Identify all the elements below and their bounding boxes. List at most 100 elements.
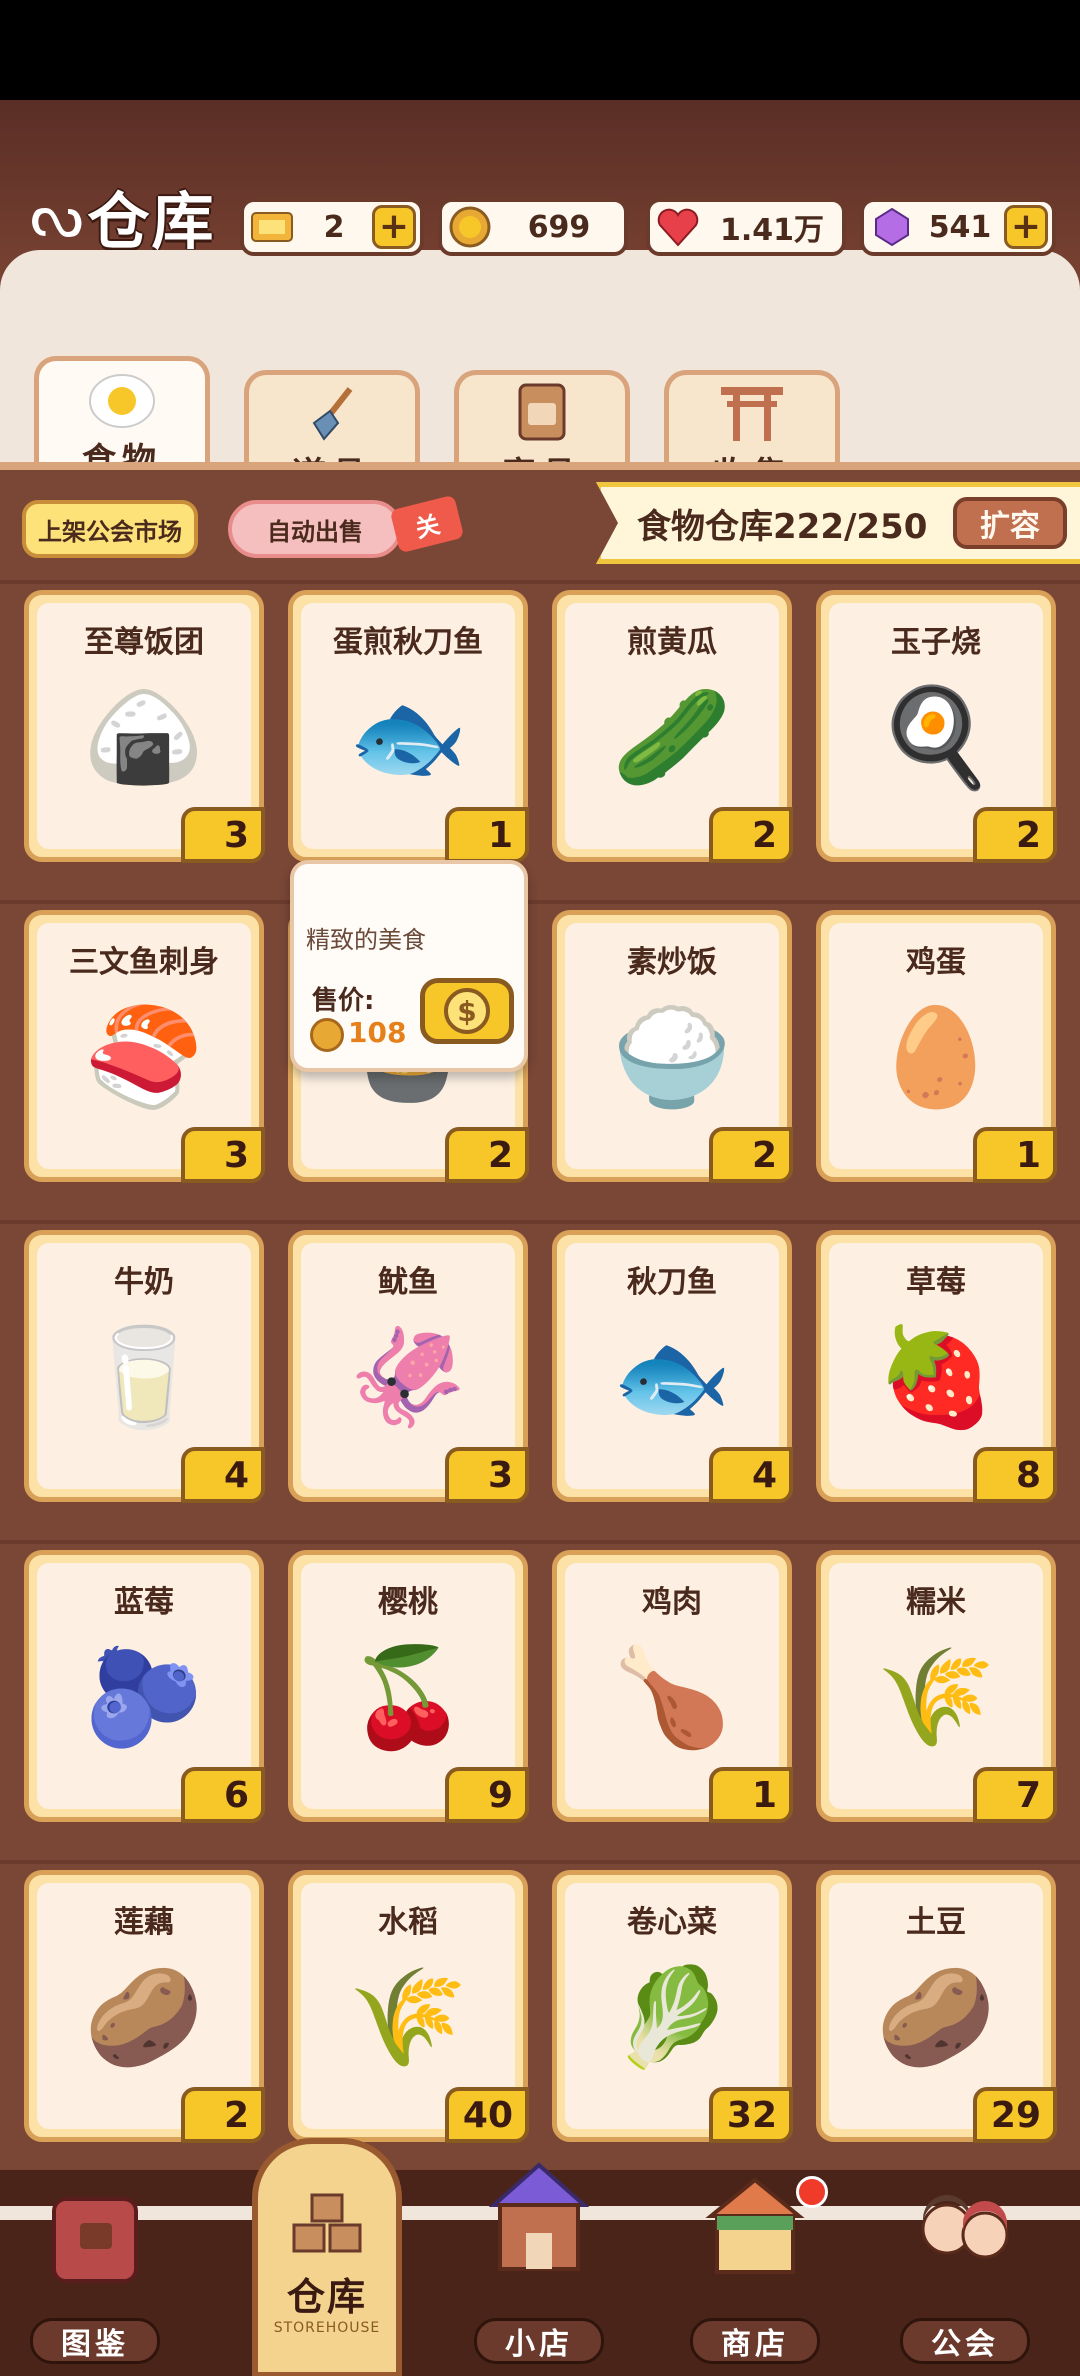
item-name: 蛋煎秋刀鱼 bbox=[333, 625, 483, 660]
item-card[interactable]: 糯米 🌾 7 bbox=[816, 1550, 1057, 1823]
item-name: 糯米 bbox=[906, 1585, 966, 1620]
blueberry-icon: 🫐 bbox=[84, 1640, 204, 1753]
nav-item-my-shop[interactable]: 小店 bbox=[444, 2162, 634, 2376]
auto-sell-button[interactable]: 自动出售 bbox=[228, 500, 402, 558]
ticket-icon bbox=[248, 203, 296, 251]
item-card[interactable]: 卷心菜 🥬 32 bbox=[552, 1870, 793, 2143]
list-on-guild-market-button[interactable]: 上架公会市场 bbox=[22, 500, 198, 558]
cherry-icon: 🍒 bbox=[348, 1640, 468, 1753]
cabbage-icon: 🥬 bbox=[612, 1960, 732, 2073]
expand-button[interactable]: 扩容 bbox=[953, 497, 1067, 549]
item-card[interactable]: 樱桃 🍒 9 bbox=[288, 1550, 529, 1823]
nav-item-store[interactable]: 商店 bbox=[660, 2170, 850, 2376]
item-count-badge: 1 bbox=[973, 1127, 1057, 1183]
coin-value: 699 bbox=[527, 209, 591, 245]
squid-icon: 🦑 bbox=[348, 1320, 468, 1433]
item-card[interactable]: 鱿鱼 🦑 3 bbox=[288, 1230, 529, 1503]
item-card[interactable]: 鸡肉 🍗 1 bbox=[552, 1550, 793, 1823]
item-count-badge: 2 bbox=[181, 2087, 265, 2143]
item-card[interactable]: 牛奶 🥛 4 bbox=[24, 1230, 265, 1503]
item-count-badge: 32 bbox=[709, 2087, 793, 2143]
item-name: 鱿鱼 bbox=[378, 1265, 438, 1300]
gem-add-button[interactable]: + bbox=[1004, 205, 1048, 249]
ticket-counter: 2 + bbox=[240, 198, 424, 256]
item-name: 玉子烧 bbox=[891, 625, 981, 660]
rice-plant-icon: 🌾 bbox=[348, 1960, 468, 2073]
sell-button[interactable]: $ bbox=[420, 978, 514, 1044]
item-count-badge: 29 bbox=[973, 2087, 1057, 2143]
milk-icon: 🥛 bbox=[84, 1320, 204, 1433]
tooltip-description: 精致的美食 bbox=[306, 926, 426, 954]
notification-badge bbox=[796, 2176, 828, 2208]
rice-sack-icon: 🌾 bbox=[876, 1640, 996, 1753]
item-card[interactable]: 秋刀鱼 🐟 4 bbox=[552, 1230, 793, 1503]
item-name: 草莓 bbox=[906, 1265, 966, 1300]
item-name: 莲藕 bbox=[114, 1905, 174, 1940]
nav-item-guild[interactable]: 公会 bbox=[870, 2170, 1060, 2376]
sashimi-icon: 🍣 bbox=[84, 1000, 204, 1113]
item-name: 至尊饭团 bbox=[84, 625, 204, 660]
item-card[interactable]: 莲藕 🥔 2 bbox=[24, 1870, 265, 2143]
gem-icon bbox=[868, 203, 916, 251]
lotus-root-icon: 🥔 bbox=[84, 1960, 204, 2073]
item-card[interactable]: 土豆 🥔 29 bbox=[816, 1870, 1057, 2143]
tooltip-price-value: 108 bbox=[348, 1016, 407, 1049]
item-name: 水稻 bbox=[378, 1905, 438, 1940]
gem-value: 541 bbox=[928, 209, 992, 245]
item-name: 樱桃 bbox=[378, 1585, 438, 1620]
cucumber-dish-icon: 🥒 bbox=[612, 680, 732, 793]
header-shelf bbox=[0, 250, 1080, 290]
category-tabs: 食物 道具 家具 收集 bbox=[0, 320, 1080, 495]
capacity-banner: 食物仓库222/250 扩容 bbox=[596, 482, 1080, 564]
item-card[interactable]: 三文鱼刺身 🍣 3 bbox=[24, 910, 265, 1183]
item-card[interactable]: 至尊饭团 🍙 3 bbox=[24, 590, 265, 863]
ticket-value: 2 bbox=[323, 209, 345, 245]
item-count-badge: 40 bbox=[445, 2087, 529, 2143]
item-card[interactable]: 煎黄瓜 🥒 2 bbox=[552, 590, 793, 863]
gem-counter: 541 + bbox=[860, 198, 1056, 256]
item-name: 蓝莓 bbox=[114, 1585, 174, 1620]
item-tooltip: 精致的美食 售价: 108 $ bbox=[290, 860, 528, 1072]
shop-icon bbox=[469, 2150, 609, 2290]
auto-sell-state-tag[interactable]: 关 bbox=[389, 494, 465, 554]
item-card[interactable]: 水稻 🌾 40 bbox=[288, 1870, 529, 2143]
item-count-badge: 6 bbox=[181, 1767, 265, 1823]
item-card[interactable]: 蛋煎秋刀鱼 🐟 1 bbox=[288, 590, 529, 863]
guild-icon bbox=[895, 2170, 1035, 2310]
item-card[interactable]: 蓝莓 🫐 6 bbox=[24, 1550, 265, 1823]
item-count-badge: 4 bbox=[709, 1447, 793, 1503]
nav-item-storehouse-label: 仓库 bbox=[286, 2274, 367, 2319]
item-count-badge: 1 bbox=[445, 807, 529, 863]
strawberry-icon: 🍓 bbox=[876, 1320, 996, 1433]
book-icon bbox=[25, 2170, 165, 2310]
item-name: 素炒饭 bbox=[627, 945, 717, 980]
capacity-text: 食物仓库222/250 bbox=[637, 507, 928, 547]
nav-item-storehouse[interactable]: 仓库 STOREHOUSE bbox=[232, 2138, 422, 2376]
shovel-icon bbox=[249, 375, 415, 443]
item-card[interactable]: 草莓 🍓 8 bbox=[816, 1230, 1057, 1503]
bottom-nav: 图鉴 仓库 STOREHOUSE 小店 商店 公会 bbox=[0, 2138, 1080, 2376]
nav-item-codex[interactable]: 图鉴 bbox=[0, 2170, 190, 2376]
status-bar bbox=[0, 0, 1080, 100]
item-name: 土豆 bbox=[906, 1905, 966, 1940]
cabinet-icon bbox=[459, 375, 625, 443]
item-count-badge: 1 bbox=[709, 1767, 793, 1823]
saury-icon: 🐟 bbox=[612, 1320, 732, 1433]
item-card[interactable]: 玉子烧 🍳 2 bbox=[816, 590, 1057, 863]
coin-counter: 699 bbox=[438, 198, 628, 256]
item-name: 卷心菜 bbox=[627, 1905, 717, 1940]
heart-icon bbox=[654, 203, 702, 251]
heart-value: 1.41万 bbox=[719, 213, 825, 248]
item-card[interactable]: 素炒饭 🍚 2 bbox=[552, 910, 793, 1183]
item-card[interactable]: 鸡蛋 🥚 1 bbox=[816, 910, 1057, 1183]
onigiri-icon: 🍙 bbox=[84, 680, 204, 793]
header: ᔓ 仓库 bbox=[0, 100, 1080, 290]
tamagoyaki-icon: 🍳 bbox=[876, 680, 996, 793]
item-name: 鸡蛋 bbox=[906, 945, 966, 980]
ticket-add-button[interactable]: + bbox=[372, 205, 416, 249]
nav-item-guild-label: 公会 bbox=[900, 2318, 1030, 2364]
item-name: 煎黄瓜 bbox=[627, 625, 717, 660]
item-name: 鸡肉 bbox=[642, 1585, 702, 1620]
nav-item-storehouse-sub: STOREHOUSE bbox=[273, 2320, 381, 2336]
item-name: 秋刀鱼 bbox=[627, 1265, 717, 1300]
